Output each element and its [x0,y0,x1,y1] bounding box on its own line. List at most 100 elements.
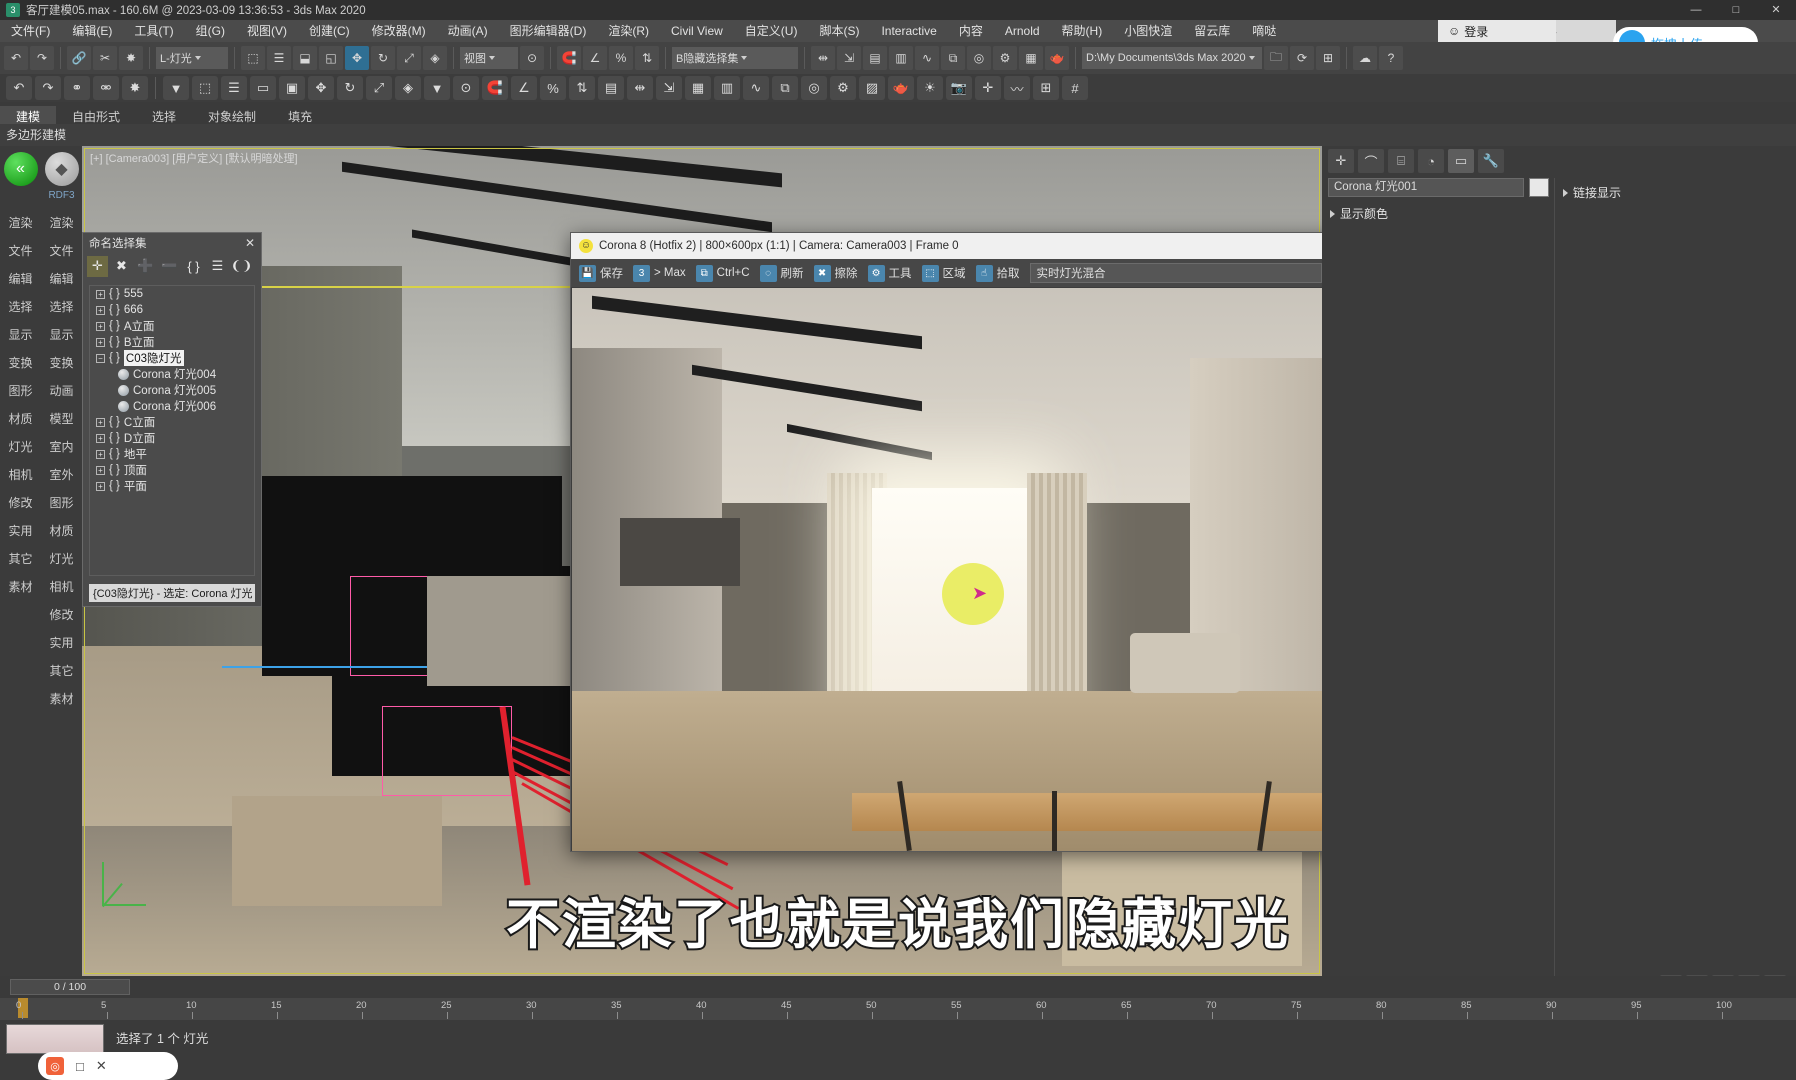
minimize-button[interactable]: — [1676,0,1716,20]
toolbar2-grid-icon[interactable]: # [1062,76,1088,100]
menu-item-7[interactable]: 动画(A) [437,20,499,42]
mirror-button[interactable]: ⇹ [811,46,835,70]
schematic-view-button[interactable]: ⧉ [941,46,965,70]
vfb-tools-button[interactable]: ⚙ 工具 [864,262,916,284]
close-x-icon[interactable]: ✕ [96,1058,107,1074]
toolbar2-snap-icon[interactable]: 🧲 [482,76,508,100]
left-panel-b-item-15[interactable]: 实用 [49,629,73,657]
toolbar2-scale-icon[interactable]: ⤢ [366,76,392,100]
expand-icon[interactable]: + [96,433,105,443]
left-panel-a-item-9[interactable]: 相机 [8,461,32,489]
maximize-button[interactable]: □ [1716,0,1756,20]
unlink-button[interactable]: ✂ [93,46,117,70]
left-panel-b-item-3[interactable]: 选择 [49,293,73,321]
project-path-combo[interactable]: D:\My Documents\3ds Max 2020 [1082,47,1262,69]
toolbar2-helper-icon[interactable]: ✛ [975,76,1001,100]
menu-item-0[interactable]: 文件(F) [0,20,61,42]
expand-icon[interactable]: + [96,305,105,315]
menu-item-15[interactable]: Arnold [994,20,1051,42]
left-panel-b-item-14[interactable]: 修改 [49,601,73,629]
align-button[interactable]: ⇲ [837,46,861,70]
vfb-copy-button[interactable]: ⧉ Ctrl+C [692,262,754,284]
ribbon-toggle-button[interactable]: ▥ [889,46,913,70]
toolbar2-camera-icon[interactable]: 📷 [946,76,972,100]
angle-snap-button[interactable]: ∠ [583,46,607,70]
menu-item-10[interactable]: Civil View [660,20,734,42]
selection-set-row[interactable]: Corona 灯光006 [90,398,254,414]
menu-item-11[interactable]: 自定义(U) [734,20,809,42]
expand-icon[interactable]: + [96,417,105,427]
snap-toggle-button[interactable]: 🧲 [557,46,581,70]
select-rotate-button[interactable]: ↻ [371,46,395,70]
selection-set-row[interactable]: + { } 666 [90,302,254,318]
select-objects-icon[interactable]: ☰ [207,256,228,277]
vfb-pick-button[interactable]: ☝ 拾取 [972,262,1024,284]
left-panel-b-item-5[interactable]: 变换 [49,349,73,377]
modify-icon[interactable]: ⌒ [1358,149,1384,173]
left-panel-a-item-12[interactable]: 其它 [8,545,32,573]
menu-item-18[interactable]: 留云库 [1183,20,1241,42]
open-folder-button[interactable]: 🗀 [1264,46,1288,70]
menu-item-2[interactable]: 工具(T) [123,20,184,42]
add-set-icon[interactable]: ✛ [87,255,108,277]
redo-button[interactable]: ↷ [30,46,54,70]
current-frame-field[interactable]: 0 / 100 [10,979,130,995]
menu-item-1[interactable]: 编辑(E) [61,20,123,42]
menu-item-17[interactable]: 小图快渲 [1113,20,1183,42]
display-icon[interactable]: ▭ [1448,149,1474,173]
left-panel-b-item-16[interactable]: 其它 [49,657,73,685]
percent-snap-button[interactable]: % [609,46,633,70]
left-panel-b-item-8[interactable]: 室内 [49,433,73,461]
left-panel-b-item-2[interactable]: 编辑 [49,265,73,293]
vfb-refresh-button[interactable]: ◌ 刷新 [756,262,808,284]
left-panel-b-item-12[interactable]: 灯光 [49,545,73,573]
selection-set-row[interactable]: + { } 平面 [90,478,254,494]
expand-icon[interactable]: + [96,289,105,299]
render-frame-button[interactable]: ▦ [1019,46,1043,70]
toolbar2-link-icon[interactable]: ⚭ [64,76,90,100]
object-name-field[interactable]: Corona 灯光001 [1328,178,1524,197]
toolbar2-render-icon[interactable]: 🫖 [888,76,914,100]
toolbar2-material-icon[interactable]: ◎ [801,76,827,100]
expand-icon[interactable]: + [96,337,105,347]
toolbar2-space-icon[interactable]: 〰 [1004,76,1030,100]
vfb-save-button[interactable]: 💾 保存 [575,262,627,284]
left-panel-b-item-4[interactable]: 显示 [49,321,73,349]
selection-set-row[interactable]: + { } B立面 [90,334,254,350]
select-move-button[interactable]: ✥ [345,46,369,70]
vfb-render-image[interactable]: ➤ [572,288,1390,851]
left-panel-a-item-0[interactable]: 渲染 [8,209,32,237]
left-panel-b-item-6[interactable]: 动画 [49,377,73,405]
menu-item-16[interactable]: 帮助(H) [1051,20,1114,42]
vfb-max-button[interactable]: 3 > Max [629,262,690,284]
left-panel-b-item-13[interactable]: 相机 [49,573,73,601]
menu-item-19[interactable]: 嘀哒 [1241,20,1287,42]
toolbar2-align-icon[interactable]: ⇲ [656,76,682,100]
menu-item-14[interactable]: 内容 [948,20,994,42]
help-button[interactable]: ? [1379,46,1403,70]
hierarchy-icon[interactable]: ⌸ [1388,149,1414,173]
expand-icon[interactable]: + [96,321,105,331]
left-panel-a-item-6[interactable]: 图形 [8,377,32,405]
toolbar2-unlink-icon[interactable]: ⚮ [93,76,119,100]
menu-item-9[interactable]: 渲染(R) [597,20,660,42]
menu-item-5[interactable]: 创建(C) [298,20,361,42]
toolbar2-rotate-icon[interactable]: ↻ [337,76,363,100]
selection-set-row[interactable]: + { } A立面 [90,318,254,334]
toolbar2-select-icon[interactable]: ⬚ [192,76,218,100]
material-editor-button[interactable]: ◎ [967,46,991,70]
taskbar-pill[interactable]: ◎ □ ✕ [38,1052,178,1080]
spinner-snap-button[interactable]: ⇅ [635,46,659,70]
select-object-button[interactable]: ⬚ [241,46,265,70]
vfb-clear-button[interactable]: ✖ 擦除 [810,262,862,284]
toolbar2-region-icon[interactable]: ▭ [250,76,276,100]
left-panel-a-item-10[interactable]: 修改 [8,489,32,517]
toolbar2-coord-icon[interactable]: ▼ [424,76,450,100]
curve-editor-button[interactable]: ∿ [915,46,939,70]
named-selection-sets-dialog[interactable]: 命名选择集 ✕ ✛ ✖ ➕ ➖{ } ☰ ❨❩ +{ } 555 +{ } 666 +{ } A立面… [82,232,262,607]
window-crossing-button[interactable]: ◱ [319,46,343,70]
use-pivot-button[interactable]: ⊙ [520,46,544,70]
placement-button[interactable]: ◈ [423,46,447,70]
expand-icon[interactable]: + [96,449,105,459]
motion-icon[interactable]: ◔ [1418,149,1444,173]
